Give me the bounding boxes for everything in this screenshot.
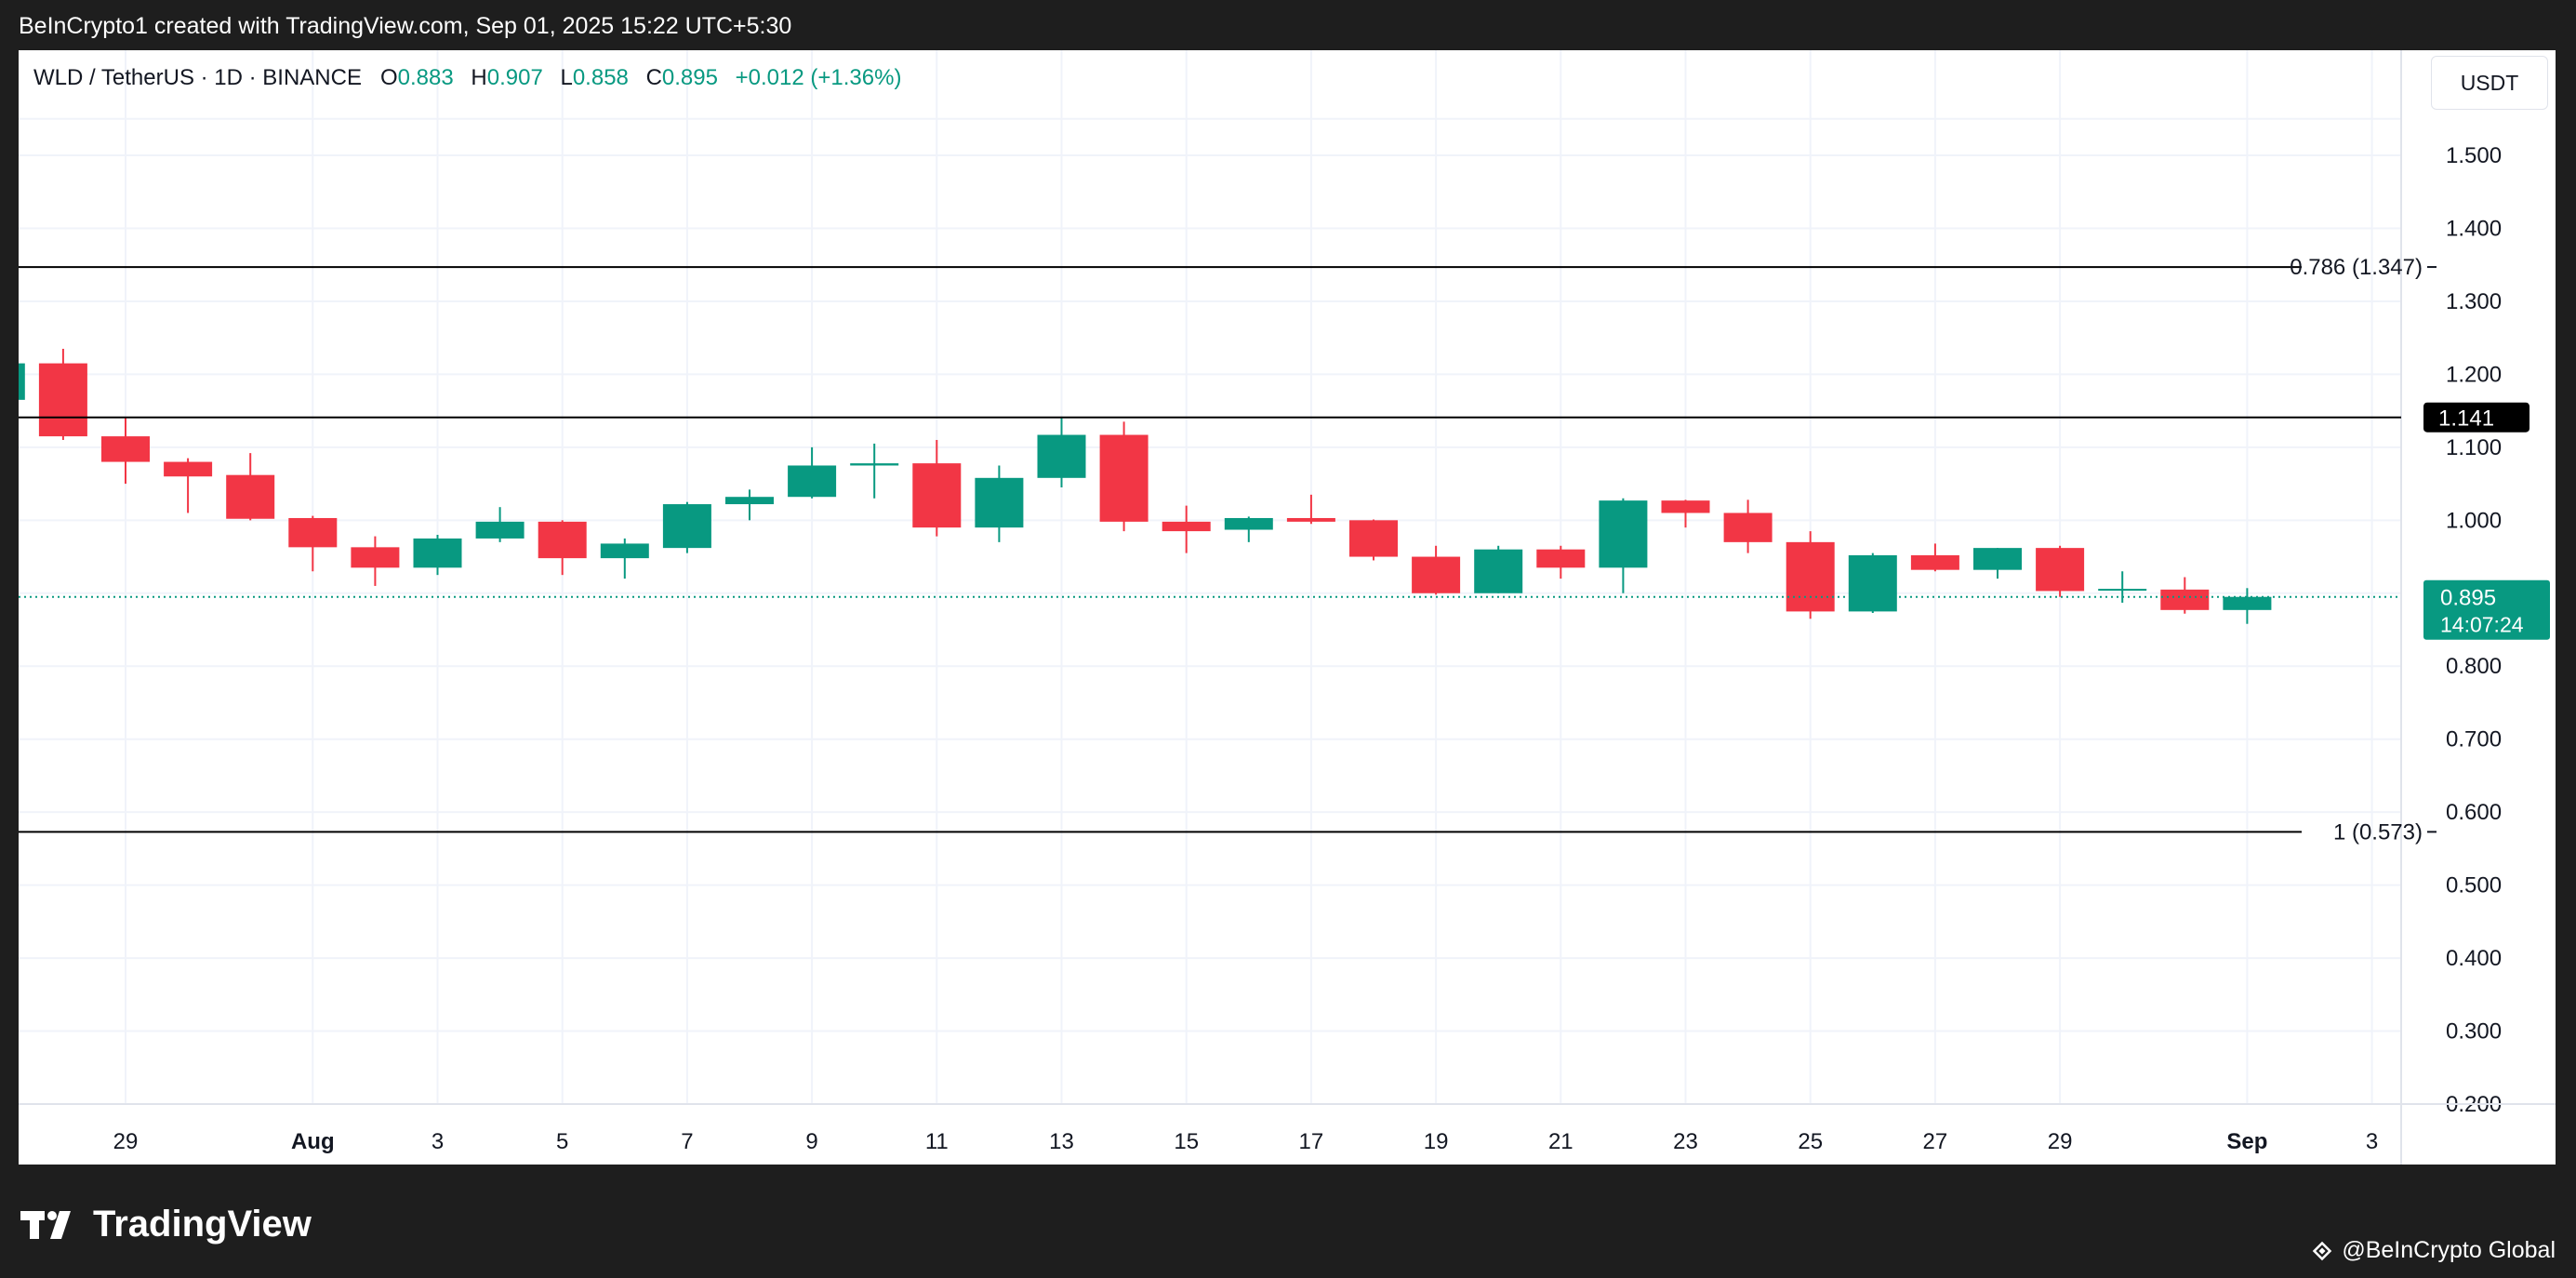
candle-up xyxy=(1599,500,1648,568)
tradingview-logo[interactable]: TradingView xyxy=(20,1204,312,1245)
currency-selector[interactable]: USDT xyxy=(2431,56,2548,110)
close-label: C xyxy=(645,65,662,90)
candle-up xyxy=(975,477,1024,528)
fib-level-label: 0.786 (1.347) xyxy=(2290,255,2423,280)
x-tick-label: 23 xyxy=(1673,1129,1698,1154)
candle-down xyxy=(164,461,213,477)
candle-down xyxy=(2160,589,2210,610)
y-tick-label: 1.200 xyxy=(2446,362,2502,387)
candle-up xyxy=(1037,434,1086,478)
y-tick-label: 0.600 xyxy=(2446,800,2502,825)
x-tick-label: 5 xyxy=(556,1129,568,1154)
candle-up xyxy=(600,543,649,559)
candle-up xyxy=(1474,549,1523,593)
x-tick-label: 3 xyxy=(2366,1129,2378,1154)
high-value: 0.907 xyxy=(486,65,543,90)
candle-down xyxy=(38,363,87,437)
candle-up xyxy=(2223,596,2272,610)
x-tick-label: 11 xyxy=(925,1129,949,1154)
candle-up xyxy=(475,521,524,539)
candle-up xyxy=(1848,554,1897,612)
close-value: 0.895 xyxy=(661,65,718,90)
high-label: H xyxy=(471,65,487,90)
candle-down xyxy=(2036,548,2085,592)
last-price-value: 0.895 xyxy=(2440,586,2496,611)
candlestick-chart[interactable]: 1.5001.4001.3001.2001.1001.0000.9000.800… xyxy=(19,50,2556,1165)
candle-down xyxy=(912,463,962,528)
candle-up xyxy=(662,504,711,549)
candle-up xyxy=(1973,548,2022,570)
x-tick-label: 25 xyxy=(1798,1129,1823,1154)
beincrypto-icon xyxy=(2313,1241,2332,1260)
y-tick-label: 1.400 xyxy=(2446,216,2502,241)
x-tick-label: 29 xyxy=(113,1129,139,1154)
symbol-name: WLD / TetherUS · 1D · BINANCE xyxy=(33,65,362,90)
low-label: L xyxy=(560,65,573,90)
candle-down xyxy=(1286,517,1335,522)
candle-down xyxy=(1412,556,1461,593)
x-tick-label: Sep xyxy=(2226,1129,2267,1154)
tradingview-logo-icon xyxy=(20,1210,71,1239)
y-tick-label: 1.300 xyxy=(2446,289,2502,314)
candle-up xyxy=(1224,517,1273,530)
y-tick-label: 0.700 xyxy=(2446,727,2502,752)
y-tick-label: 0.300 xyxy=(2446,1019,2502,1045)
candles-group xyxy=(19,348,2272,624)
y-tick-label: 1.500 xyxy=(2446,143,2502,168)
candle-down xyxy=(288,517,338,548)
candle-up xyxy=(725,497,774,505)
footer-credit: @BeInCrypto Global xyxy=(2310,1237,2556,1264)
candle-down xyxy=(1661,500,1710,513)
x-tick-label: Aug xyxy=(291,1129,335,1154)
candle-up xyxy=(850,463,899,466)
y-tick-label: 1.100 xyxy=(2446,435,2502,460)
candle-up xyxy=(413,538,462,568)
x-tick-label: 15 xyxy=(1174,1129,1199,1154)
candle-down xyxy=(538,521,587,559)
last-price-countdown: 14:07:24 xyxy=(2440,613,2524,637)
currency-label: USDT xyxy=(2460,70,2519,95)
y-tick-label: 0.500 xyxy=(2446,873,2502,899)
candle-down xyxy=(226,474,275,519)
chart-frame[interactable]: 1.5001.4001.3001.2001.1001.0000.9000.800… xyxy=(19,50,2556,1165)
x-tick-label: 17 xyxy=(1299,1129,1324,1154)
x-tick-label: 13 xyxy=(1049,1129,1074,1154)
candle-up xyxy=(2098,589,2147,592)
x-tick-label: 27 xyxy=(1923,1129,1948,1154)
x-tick-label: 19 xyxy=(1424,1129,1449,1154)
change-value: +0.012 (+1.36%) xyxy=(735,65,902,90)
footer-credit-text: @BeInCrypto Global xyxy=(2342,1237,2556,1263)
candle-down xyxy=(1536,549,1586,568)
x-tick-label: 21 xyxy=(1548,1129,1573,1154)
fib-level-label: 1 (0.573) xyxy=(2333,819,2423,845)
open-label: O xyxy=(379,65,398,90)
candle-down xyxy=(1723,513,1773,542)
open-value: 0.883 xyxy=(397,65,454,90)
candle-down xyxy=(1910,554,1959,570)
candle-down xyxy=(1786,541,1835,612)
x-tick-label: 9 xyxy=(805,1129,817,1154)
symbol-legend: WLD / TetherUS · 1D · BINANCE O0.883 H0.… xyxy=(33,65,901,91)
resistance-price-label: 1.141 xyxy=(2438,406,2494,432)
candle-up xyxy=(19,363,25,400)
y-tick-label: 0.800 xyxy=(2446,654,2502,679)
y-tick-label: 1.000 xyxy=(2446,508,2502,533)
candle-down xyxy=(1099,434,1149,522)
x-tick-label: 3 xyxy=(432,1129,444,1154)
candle-down xyxy=(1349,520,1398,557)
candle-down xyxy=(101,436,150,462)
low-value: 0.858 xyxy=(572,65,629,90)
x-tick-label: 29 xyxy=(2048,1129,2073,1154)
y-tick-label: 0.400 xyxy=(2446,946,2502,971)
candle-up xyxy=(788,465,837,498)
candle-down xyxy=(1162,521,1211,532)
candle-down xyxy=(351,547,400,568)
x-tick-label: 7 xyxy=(681,1129,693,1154)
chart-caption: BeInCrypto1 created with TradingView.com… xyxy=(19,13,792,39)
tradingview-logo-text: TradingView xyxy=(93,1204,312,1245)
